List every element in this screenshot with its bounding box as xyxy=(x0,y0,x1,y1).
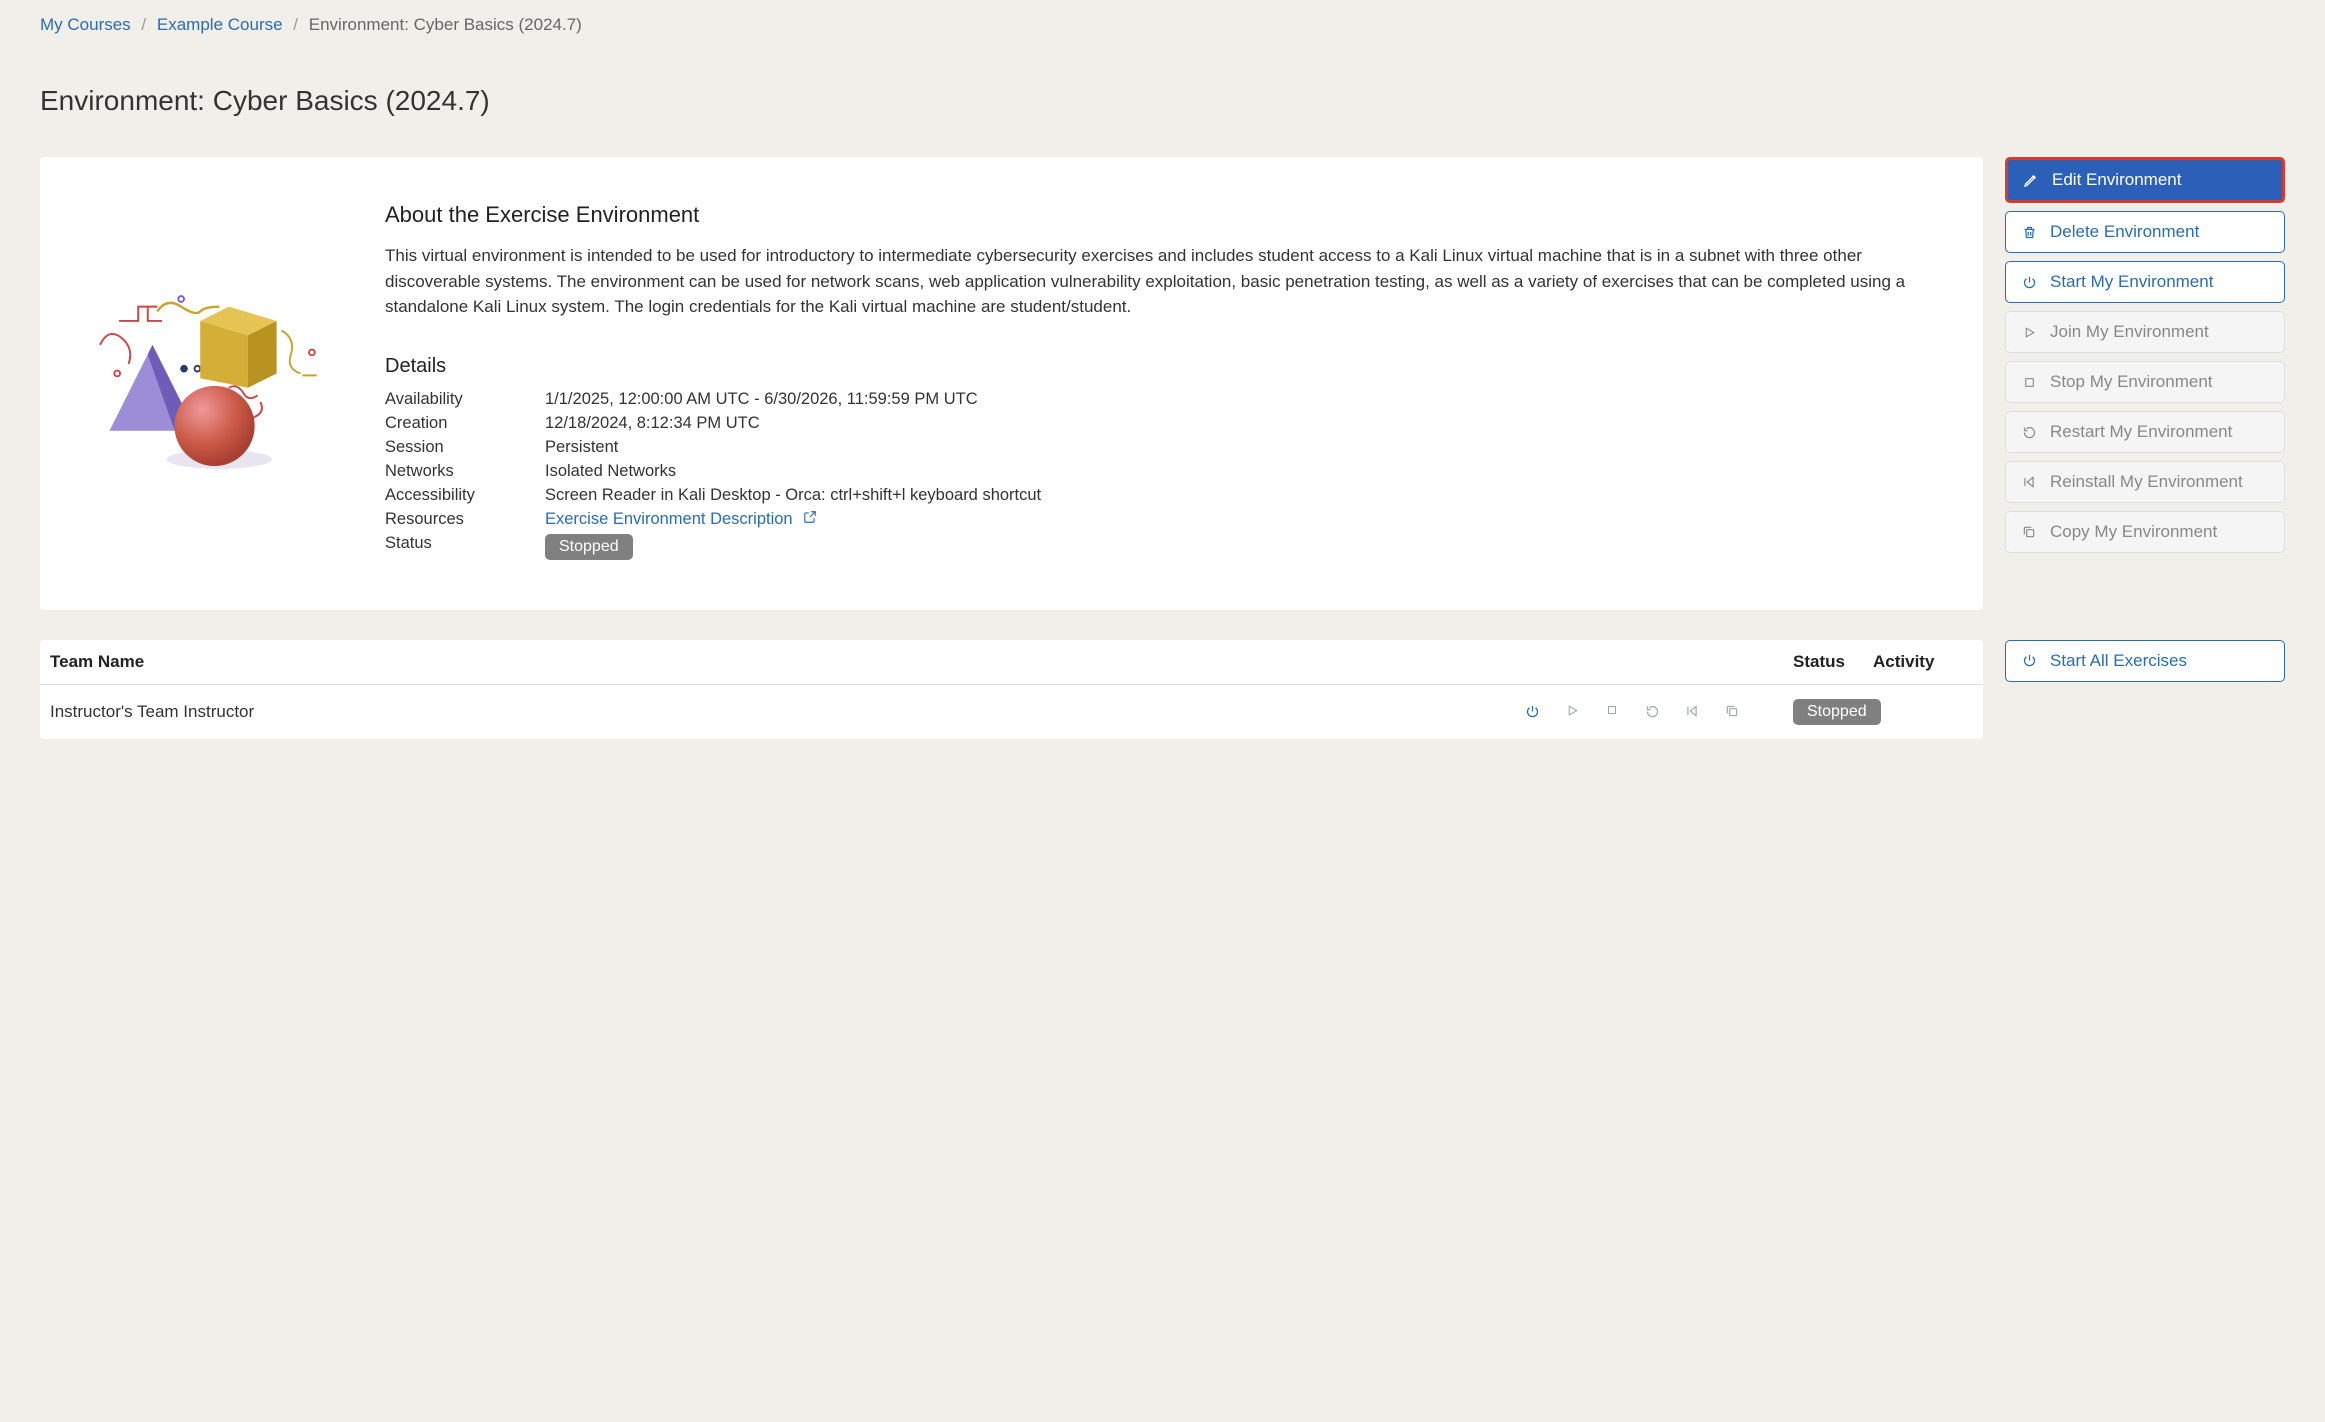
about-heading: About the Exercise Environment xyxy=(385,202,1948,228)
restart-icon xyxy=(2020,425,2038,440)
table-row: Instructor's Team Instructor Stopped xyxy=(40,685,1983,739)
detail-value-session: Persistent xyxy=(545,438,1948,457)
breadcrumb-my-courses[interactable]: My Courses xyxy=(40,15,131,34)
stop-environment-button: Stop My Environment xyxy=(2005,361,2285,403)
row-power-button[interactable] xyxy=(1523,704,1541,719)
detail-label-accessibility: Accessibility xyxy=(385,486,545,505)
about-description: This virtual environment is intended to … xyxy=(385,243,1948,320)
environment-illustration xyxy=(75,202,335,565)
row-stop-button[interactable] xyxy=(1603,704,1621,719)
breadcrumb: My Courses / Example Course / Environmen… xyxy=(40,15,2285,35)
detail-label-session: Session xyxy=(385,438,545,457)
detail-value-accessibility: Screen Reader in Kali Desktop - Orca: ct… xyxy=(545,486,1948,505)
pencil-icon xyxy=(2022,172,2040,188)
breadcrumb-sep: / xyxy=(293,15,298,34)
resources-link[interactable]: Exercise Environment Description xyxy=(545,510,817,528)
start-environment-button[interactable]: Start My Environment xyxy=(2005,261,2285,303)
th-status: Status xyxy=(1793,652,1873,672)
detail-label-creation: Creation xyxy=(385,414,545,433)
detail-value-creation: 12/18/2024, 8:12:34 PM UTC xyxy=(545,414,1948,433)
detail-label-networks: Networks xyxy=(385,462,545,481)
copy-environment-button: Copy My Environment xyxy=(2005,511,2285,553)
team-name: Instructor's Team Instructor xyxy=(50,702,254,722)
row-restart-button[interactable] xyxy=(1643,704,1661,719)
copy-icon xyxy=(2020,525,2038,539)
delete-environment-button[interactable]: Delete Environment xyxy=(2005,211,2285,253)
detail-value-availability: 1/1/2025, 12:00:00 AM UTC - 6/30/2026, 1… xyxy=(545,390,1948,409)
row-status-badge: Stopped xyxy=(1793,699,1881,725)
external-link-icon xyxy=(803,510,817,529)
page-title: Environment: Cyber Basics (2024.7) xyxy=(40,85,2285,117)
restart-environment-button: Restart My Environment xyxy=(2005,411,2285,453)
join-environment-button: Join My Environment xyxy=(2005,311,2285,353)
trash-icon xyxy=(2020,225,2038,240)
skip-back-icon xyxy=(2020,475,2038,489)
row-play-button[interactable] xyxy=(1563,704,1581,719)
breadcrumb-example-course[interactable]: Example Course xyxy=(157,15,283,34)
th-team-name: Team Name xyxy=(50,652,1523,672)
start-all-exercises-button[interactable]: Start All Exercises xyxy=(2005,640,2285,682)
stop-icon xyxy=(2020,376,2038,389)
edit-environment-button[interactable]: Edit Environment xyxy=(2005,157,2285,203)
detail-value-networks: Isolated Networks xyxy=(545,462,1948,481)
breadcrumb-sep: / xyxy=(141,15,146,34)
power-icon xyxy=(2020,275,2038,290)
detail-label-availability: Availability xyxy=(385,390,545,409)
power-icon xyxy=(2020,653,2038,668)
teams-table: Team Name Status Activity Instructor's T… xyxy=(40,640,1983,739)
th-activity: Activity xyxy=(1873,652,1973,672)
status-badge: Stopped xyxy=(545,534,633,560)
reinstall-environment-button: Reinstall My Environment xyxy=(2005,461,2285,503)
row-reinstall-button[interactable] xyxy=(1683,704,1701,719)
play-icon xyxy=(2020,326,2038,339)
breadcrumb-current: Environment: Cyber Basics (2024.7) xyxy=(309,15,582,34)
detail-label-resources: Resources xyxy=(385,510,545,529)
row-copy-button[interactable] xyxy=(1723,704,1741,719)
detail-label-status: Status xyxy=(385,534,545,560)
details-heading: Details xyxy=(385,355,1948,378)
environment-actions: Edit Environment Delete Environment Star… xyxy=(2005,157,2285,553)
environment-card: About the Exercise Environment This virt… xyxy=(40,157,1983,610)
